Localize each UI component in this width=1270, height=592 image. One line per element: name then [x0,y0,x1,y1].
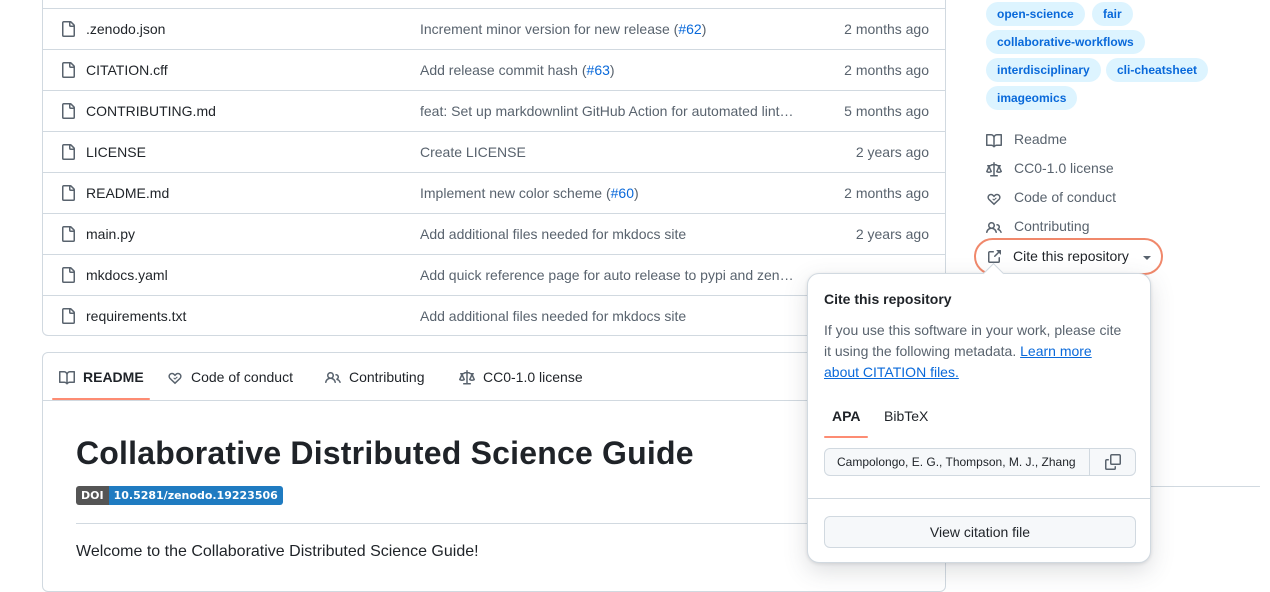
file-name[interactable]: requirements.txt [86,308,186,324]
cite-button-label: Cite this repository [1013,248,1129,264]
commit-age: 2 months ago [844,185,929,201]
file-name[interactable]: mkdocs.yaml [86,267,168,283]
sidebar-link-license[interactable]: CC0-1.0 license [986,160,1126,180]
tab-label: Contributing [349,369,425,385]
topic-tag[interactable]: cli-cheatsheet [1106,58,1209,82]
commit-message[interactable]: Add release commit hash (#63) [420,62,812,78]
popover-divider [808,498,1150,499]
people-icon [325,371,341,384]
copy-button[interactable] [1089,448,1135,476]
commit-message[interactable]: Add additional files needed for mkdocs s… [420,226,812,242]
code-of-conduct-icon [987,193,1001,206]
sidebar-divider [1150,486,1260,487]
popover-title: Cite this repository [824,291,952,307]
sidebar-link-code-of-conduct[interactable]: Code of conduct [986,189,1136,209]
file-row[interactable]: README.md Implement new color scheme (#6… [43,172,945,213]
pr-link[interactable]: #62 [678,21,701,37]
file-row[interactable]: .zenodo.json Increment minor version for… [43,8,945,49]
file-name[interactable]: CONTRIBUTING.md [86,103,216,119]
law-icon [986,162,1002,177]
book-icon [59,370,75,385]
tab-apa[interactable]: APA [832,408,861,424]
caret-down-icon [1143,256,1151,260]
popover-description: If you use this software in your work, p… [824,322,1122,380]
commit-message[interactable]: Add additional files needed for mkdocs s… [420,308,812,324]
sidebar-link-label: Readme [1014,131,1067,147]
tab-label: Code of conduct [191,369,293,385]
commit-age: 5 months ago [844,103,929,119]
file-name[interactable]: LICENSE [86,144,146,160]
book-icon [986,133,1002,148]
file-icon [62,21,75,37]
cite-popover: Cite this repository If you use this sof… [807,273,1151,563]
pr-link[interactable]: #60 [611,185,634,201]
file-icon [62,267,75,283]
file-name[interactable]: .zenodo.json [86,21,165,37]
file-icon [62,226,75,242]
file-icon [62,144,75,160]
sidebar-link-contributing[interactable]: Contributing [986,218,1116,238]
file-row[interactable]: CONTRIBUTING.md feat: Set up markdownlin… [43,90,945,131]
file-icon [62,308,75,324]
view-citation-file-button[interactable]: View citation file [824,516,1136,548]
divider [76,523,914,524]
cite-this-repository-button[interactable]: Cite this repository [974,238,1163,275]
doi-badge[interactable]: DOI 10.5281/zenodo.19223506 [76,486,283,505]
doi-badge-value: 10.5281/zenodo.19223506 [108,486,283,505]
tab-label: README [83,369,144,385]
commit-message[interactable]: Increment minor version for new release … [420,21,812,37]
topic-tag[interactable]: fair [1092,2,1133,26]
active-tab-indicator [824,436,868,438]
commit-age: 2 months ago [844,21,929,37]
law-icon [459,370,475,385]
tab-code-of-conduct[interactable]: Code of conduct [167,369,307,389]
active-tab-indicator [52,398,150,400]
code-of-conduct-icon [168,372,182,385]
file-row[interactable]: main.py Add additional files needed for … [43,213,945,254]
commit-message[interactable]: Implement new color scheme (#60) [420,185,812,201]
topic-tag[interactable]: open-science [986,2,1085,26]
sidebar-link-label: Code of conduct [1014,189,1116,205]
topic-tag[interactable]: interdisciplinary [986,58,1101,82]
readme-title: Collaborative Distributed Science Guide [76,435,694,471]
topic-tag[interactable]: imageomics [986,86,1078,110]
copy-icon [1105,454,1121,470]
tab-bibtex[interactable]: BibTeX [884,408,928,424]
tab-label: CC0-1.0 license [483,369,583,385]
tab-license[interactable]: CC0-1.0 license [459,369,599,389]
commit-age: 2 years ago [855,144,929,160]
sidebar-link-label: Contributing [1014,218,1090,234]
topic-tag[interactable]: collaborative-workflows [986,30,1145,54]
file-icon [62,103,75,119]
commit-age: 2 years ago [855,226,929,242]
readme-intro-text: Welcome to the Collaborative Distributed… [76,543,479,560]
commit-message[interactable]: Create LICENSE [420,144,812,160]
file-name[interactable]: CITATION.cff [86,62,168,78]
file-row[interactable]: CITATION.cff Add release commit hash (#6… [43,49,945,90]
tab-readme[interactable]: README [59,369,149,389]
file-name[interactable]: main.py [86,226,135,242]
tab-contributing[interactable]: Contributing [325,369,435,389]
citation-text: Campolongo, E. G., Thompson, M. J., Zhan… [837,455,1076,469]
file-name[interactable]: README.md [86,185,169,201]
file-icon [62,62,75,78]
sidebar-link-label: CC0-1.0 license [1014,160,1114,176]
file-row[interactable]: LICENSE Create LICENSE 2 years ago [43,131,945,172]
commit-message[interactable]: Add quick reference page for auto releas… [420,267,812,283]
commit-message[interactable]: feat: Set up markdownlint GitHub Action … [420,103,812,119]
sidebar-link-readme[interactable]: Readme [986,131,1106,151]
citation-text-field[interactable]: Campolongo, E. G., Thompson, M. J., Zhan… [824,448,1136,476]
pr-link[interactable]: #63 [587,62,610,78]
people-icon [986,221,1002,234]
doi-badge-label: DOI [76,486,109,505]
file-icon [62,185,75,201]
commit-age: 2 months ago [844,62,929,78]
